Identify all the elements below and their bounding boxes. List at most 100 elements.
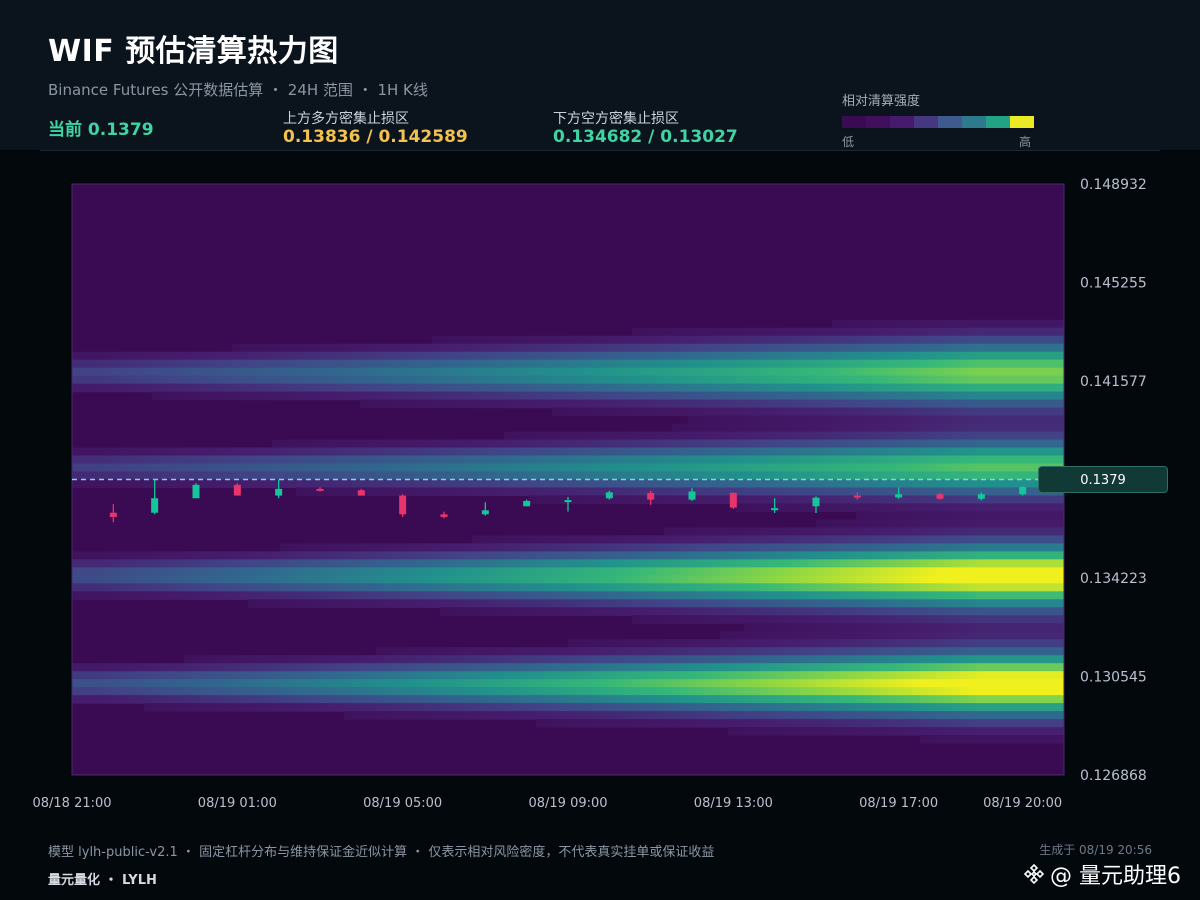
heatmap-cell bbox=[992, 575, 1001, 584]
heatmap-cell bbox=[712, 335, 721, 345]
heatmap-cell bbox=[440, 487, 449, 497]
heatmap-cell bbox=[112, 359, 121, 369]
heatmap-cell bbox=[720, 383, 729, 393]
heatmap-cell bbox=[856, 351, 865, 361]
heatmap-cell bbox=[960, 351, 969, 361]
heatmap-cell bbox=[808, 599, 817, 608]
heatmap-cell bbox=[744, 439, 753, 449]
heatmap-cell bbox=[976, 439, 985, 449]
heatmap-cell bbox=[624, 439, 633, 449]
heatmap-cell bbox=[760, 447, 769, 457]
heatmap-cell bbox=[816, 351, 825, 361]
heatmap-cell bbox=[200, 559, 209, 568]
heatmap-cell bbox=[648, 599, 657, 608]
candle-body bbox=[977, 494, 985, 499]
heatmap-cell bbox=[464, 655, 473, 664]
heatmap-cell bbox=[600, 543, 609, 552]
heatmap-cell bbox=[472, 679, 481, 688]
heatmap-cell bbox=[600, 687, 609, 696]
heatmap-cell bbox=[1016, 583, 1025, 592]
heatmap-cell bbox=[904, 343, 913, 353]
heatmap-cell bbox=[368, 575, 377, 584]
heatmap-cell bbox=[592, 711, 601, 720]
heatmap-cell bbox=[1056, 567, 1064, 576]
heatmap-cell bbox=[888, 343, 897, 353]
heatmap-cell bbox=[696, 679, 705, 688]
heatmap-cell bbox=[248, 599, 257, 608]
heatmap-cell bbox=[352, 391, 361, 401]
heatmap-cell bbox=[912, 391, 921, 401]
heatmap-cell bbox=[768, 551, 777, 560]
heatmap-cell bbox=[136, 447, 145, 457]
heatmap-cell bbox=[1048, 535, 1057, 544]
heatmap-cell bbox=[480, 399, 489, 409]
heatmap-cell bbox=[992, 367, 1001, 377]
heatmap-cell bbox=[600, 567, 609, 576]
heatmap-cell bbox=[640, 543, 649, 552]
heatmap-cell bbox=[584, 671, 593, 680]
heatmap-cell bbox=[920, 535, 929, 544]
heatmap-cell bbox=[680, 567, 689, 576]
heatmap-cell bbox=[912, 727, 921, 736]
heatmap-cell bbox=[1048, 399, 1057, 409]
heatmap-cell bbox=[936, 655, 945, 664]
heatmap-cell bbox=[512, 399, 521, 409]
heatmap-cell bbox=[384, 439, 393, 449]
heatmap-cell bbox=[256, 391, 265, 401]
heatmap-cell bbox=[576, 679, 585, 688]
heatmap-cell bbox=[192, 359, 201, 369]
heatmap-cell bbox=[816, 399, 825, 409]
heatmap-cell bbox=[720, 711, 729, 720]
heatmap-cell bbox=[616, 567, 625, 576]
heatmap-cell bbox=[872, 535, 881, 544]
heatmap-cell bbox=[472, 535, 481, 544]
heatmap-cell bbox=[688, 703, 697, 712]
heatmap-cell bbox=[632, 327, 641, 337]
heatmap-cell bbox=[928, 511, 937, 521]
heatmap-cell bbox=[992, 671, 1001, 680]
heatmap-cell bbox=[864, 687, 873, 696]
heatmap-cell bbox=[616, 679, 625, 688]
heatmap-cell bbox=[920, 567, 929, 576]
heatmap-cell bbox=[1048, 415, 1057, 425]
heatmap-cell bbox=[744, 375, 753, 385]
heatmap-cell bbox=[616, 495, 625, 505]
heatmap-cell bbox=[840, 615, 849, 624]
heatmap-cell bbox=[960, 439, 969, 449]
heatmap-cell bbox=[1000, 551, 1009, 560]
heatmap-cell bbox=[288, 391, 297, 401]
heatmap-cell bbox=[736, 695, 745, 704]
heatmap-cell bbox=[952, 567, 961, 576]
heatmap-cell bbox=[560, 719, 569, 728]
heatmap-cell bbox=[456, 399, 465, 409]
heatmap-cell bbox=[872, 711, 881, 720]
heatmap-cell bbox=[112, 671, 121, 680]
heatmap-cell bbox=[680, 359, 689, 369]
heatmap-cell bbox=[856, 655, 865, 664]
heatmap-cell bbox=[936, 663, 945, 672]
heatmap-cell bbox=[920, 447, 929, 457]
heatmap-cell bbox=[176, 367, 185, 377]
heatmap-cell bbox=[616, 535, 625, 544]
heatmap-cell bbox=[856, 335, 865, 345]
heatmap-cell bbox=[672, 679, 681, 688]
heatmap-cell bbox=[488, 391, 497, 401]
heatmap-cell bbox=[656, 455, 665, 465]
heatmap-cell bbox=[928, 407, 937, 417]
heatmap-cell bbox=[616, 351, 625, 361]
heatmap-cell bbox=[848, 655, 857, 664]
heatmap-cell bbox=[184, 463, 193, 473]
heatmap-cell bbox=[872, 327, 881, 337]
heatmap-cell bbox=[184, 359, 193, 369]
heatmap-cell bbox=[912, 327, 921, 337]
heatmap-cell bbox=[864, 559, 873, 568]
heatmap-cell bbox=[1056, 399, 1064, 409]
heatmap-cell bbox=[792, 719, 801, 728]
heatmap-cell bbox=[936, 439, 945, 449]
heatmap-cell bbox=[608, 383, 617, 393]
heatmap-cell bbox=[704, 559, 713, 568]
heatmap-cell bbox=[848, 687, 857, 696]
heatmap-cell bbox=[256, 351, 265, 361]
heatmap-cell bbox=[992, 639, 1001, 648]
heatmap-cell bbox=[656, 367, 665, 377]
